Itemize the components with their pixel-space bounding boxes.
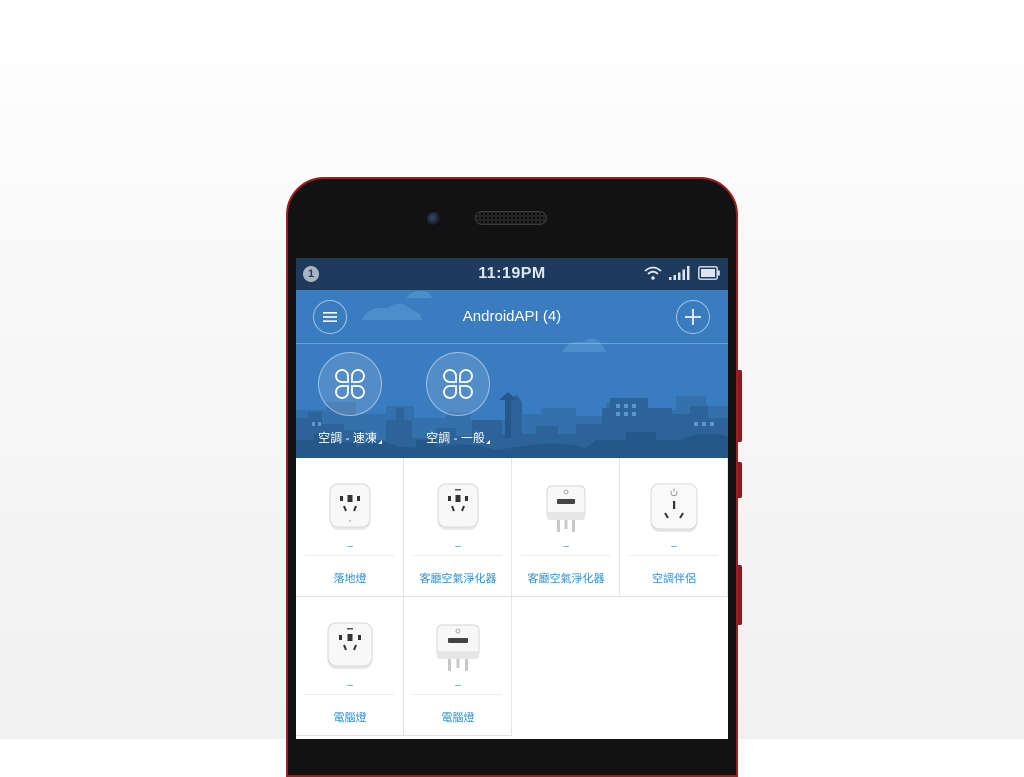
usb-plug-icon	[546, 485, 586, 532]
scene-label: 空調 - 速凍	[318, 431, 377, 445]
clover-icon	[335, 369, 365, 399]
device-name: 電腦燈	[441, 712, 475, 724]
scene-circle	[426, 352, 490, 416]
earpiece-speaker	[475, 211, 547, 225]
smart-plug-icon	[327, 622, 373, 669]
device-status: –	[455, 680, 461, 691]
device-status: –	[671, 541, 677, 552]
status-icons	[644, 266, 720, 285]
device-status: –	[455, 541, 461, 552]
smart-plug-icon	[437, 483, 479, 530]
power-button	[738, 462, 742, 498]
scene-circle	[318, 352, 382, 416]
ac-companion-icon	[650, 483, 698, 532]
tile-divider	[305, 694, 394, 695]
tile-divider	[413, 694, 502, 695]
clover-icon	[443, 369, 473, 399]
app-title: AndroidAPI (4)	[462, 308, 562, 325]
side-button	[738, 565, 742, 625]
device-name: 空調伴侶	[652, 573, 696, 585]
volume-button	[738, 370, 742, 442]
tile-divider	[629, 555, 718, 556]
status-bar: 1 11:19PM	[296, 258, 728, 290]
device-status: –	[347, 680, 353, 691]
scene-label: 空調 - 一般	[426, 431, 485, 445]
device-name: 落地燈	[333, 573, 367, 585]
device-name: 客廳空氣淨化器	[527, 573, 605, 585]
scene-shortcut[interactable]: 空調 - 速凍	[302, 352, 398, 446]
dropdown-caret-icon	[377, 440, 382, 444]
device-name: 客廳空氣淨化器	[419, 573, 497, 585]
dropdown-caret-icon	[485, 440, 490, 444]
tile-divider	[413, 555, 502, 556]
device-status: –	[347, 541, 353, 552]
device-tile[interactable]: – 電腦燈	[296, 597, 404, 736]
app-screen: 1 11:19PM AndroidAPI (4) 空調 - 速凍 空調 - 一般…	[296, 258, 728, 739]
header-divider	[296, 343, 728, 344]
device-status: –	[563, 541, 569, 552]
signal-icon	[669, 266, 691, 285]
front-camera	[427, 212, 441, 226]
smart-plug-icon	[329, 483, 371, 530]
wifi-icon	[644, 266, 662, 285]
device-name: 電腦燈	[333, 712, 367, 724]
plus-icon	[685, 309, 701, 325]
usb-plug-icon	[436, 624, 480, 671]
add-device-button[interactable]	[676, 300, 710, 334]
battery-icon	[698, 266, 720, 285]
device-tile[interactable]: – 客廳空氣淨化器	[404, 458, 512, 597]
scene-shortcut[interactable]: 空調 - 一般	[410, 352, 506, 446]
app-header: AndroidAPI (4) 空調 - 速凍 空調 - 一般	[296, 290, 728, 458]
tile-divider	[305, 555, 394, 556]
device-tile[interactable]: – 空調伴侶	[620, 458, 728, 597]
tile-divider	[521, 555, 610, 556]
device-tile[interactable]: – 電腦燈	[404, 597, 512, 736]
device-tile[interactable]: – 落地燈	[296, 458, 404, 597]
device-tile[interactable]: – 客廳空氣淨化器	[512, 458, 620, 597]
